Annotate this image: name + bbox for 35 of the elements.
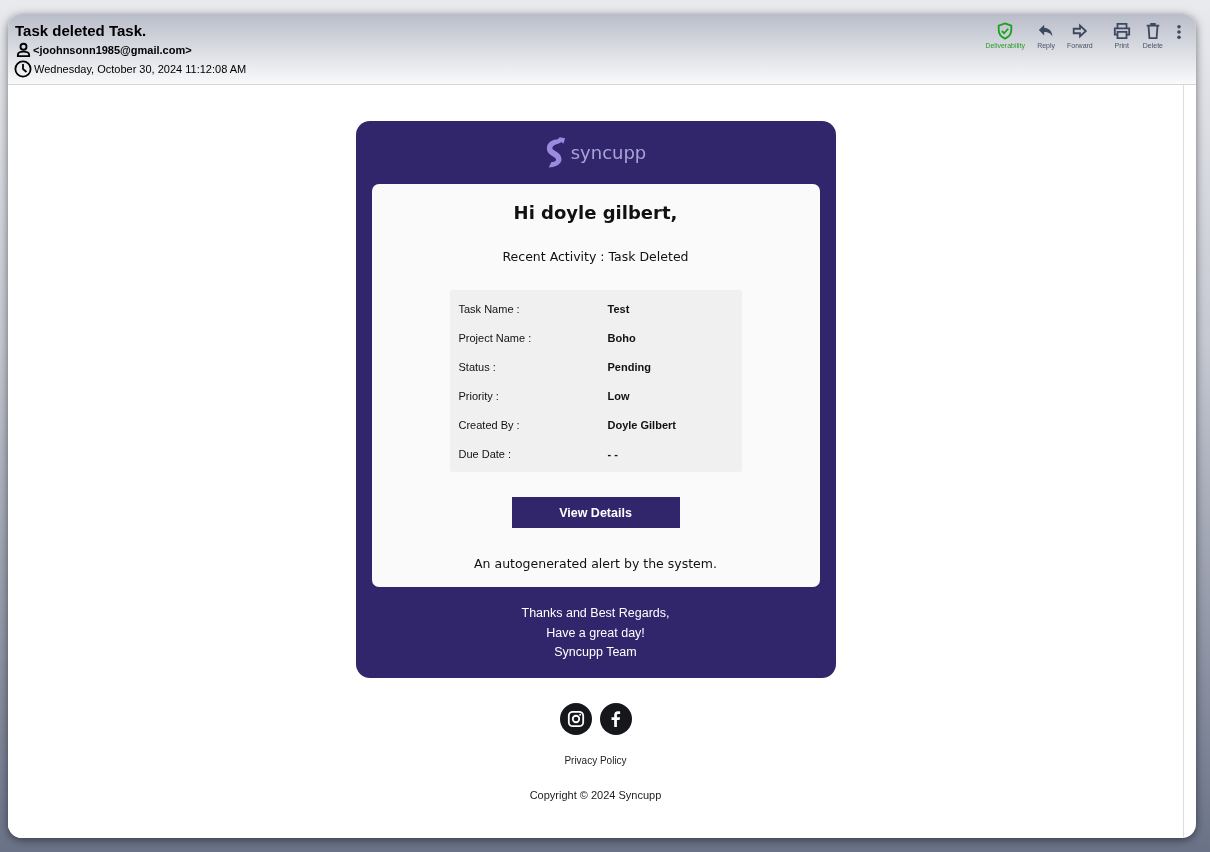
person-icon	[16, 42, 31, 57]
detail-value: Doyle Gilbert	[607, 418, 676, 431]
instagram-link[interactable]	[559, 702, 592, 735]
view-details-button[interactable]: View Details	[511, 497, 680, 528]
message-date: Wednesday, October 30, 2024 11:12:08 AM	[34, 63, 247, 75]
shield-check-icon	[996, 22, 1015, 40]
activity-text: Recent Activity : Task Deleted	[502, 249, 689, 264]
forward-arrow-icon	[1070, 22, 1089, 40]
detail-value: Low	[607, 389, 630, 402]
clock-icon	[14, 60, 32, 78]
detail-value: Test	[607, 302, 630, 315]
sender-address: <joohnsonn1985@gmail.com>	[33, 43, 192, 56]
facebook-link[interactable]	[599, 702, 632, 735]
signoff-line: Have a great day!	[546, 624, 645, 642]
instagram-icon	[566, 709, 585, 728]
signoff-line: Syncupp Team	[554, 644, 637, 661]
detail-label: Task Name :	[458, 302, 521, 315]
privacy-policy-link[interactable]: Privacy Policy	[564, 754, 627, 766]
detail-label: Created By :	[458, 418, 521, 431]
detail-value: Boho	[607, 331, 636, 344]
detail-label: Project Name :	[458, 331, 533, 344]
detail-value: Pending	[607, 360, 651, 373]
greeting: Hi doyle gilbert,	[513, 202, 678, 223]
message-subject: Task deleted Task.	[15, 22, 148, 39]
detail-value: - -	[607, 447, 618, 460]
logo-icon	[544, 134, 567, 170]
logo-text: syncupp	[570, 141, 647, 163]
signoff-line: Thanks and Best Regards,	[521, 605, 670, 622]
detail-label: Priority :	[458, 389, 500, 402]
vertical-dots-icon	[1176, 24, 1182, 40]
printer-icon	[1112, 22, 1131, 40]
detail-label: Due Date :	[458, 447, 513, 460]
detail-label: Status :	[458, 360, 497, 373]
autogenerated-note: An autogenerated alert by the system.	[474, 556, 717, 571]
copyright-text: Copyright © 2024 Syncupp	[529, 788, 662, 801]
